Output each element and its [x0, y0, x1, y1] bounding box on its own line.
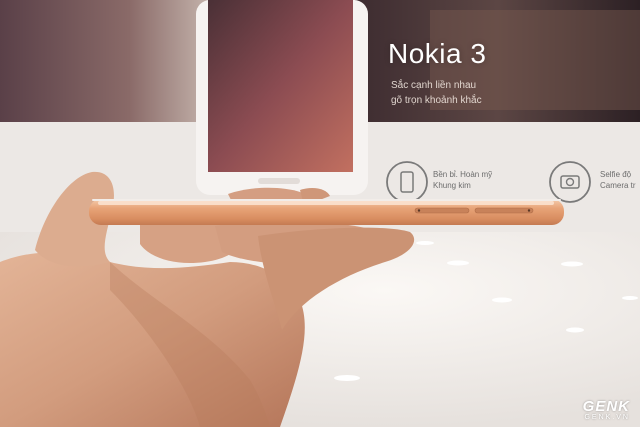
banner-subtitle: Sắc cạnh liền nhau gõ trọn khoảnh khắc — [391, 78, 482, 108]
tray-pin-hole — [417, 209, 421, 212]
display-phone-button — [258, 178, 300, 184]
sd-tray-slot — [474, 207, 534, 214]
light-reflection — [492, 297, 512, 303]
watermark: GENK GENK.VN — [583, 398, 630, 421]
feature-line: Bền bỉ. Hoàn mỹ — [433, 170, 493, 179]
banner-subtitle-line: gõ trọn khoảnh khắc — [391, 95, 482, 106]
scene-graphics — [0, 0, 640, 427]
display-phone-screen — [208, 0, 353, 172]
light-reflection — [561, 261, 583, 267]
feature-text: Selfie độ Camera tr — [600, 169, 636, 191]
sim-tray-slot — [414, 207, 470, 214]
banner-left-panel — [0, 0, 215, 122]
light-reflection — [334, 375, 360, 381]
banner-subtitle-line: Sắc cạnh liền nhau — [391, 80, 477, 91]
light-reflection — [622, 296, 638, 300]
feature-line: Selfie độ — [600, 170, 632, 179]
photo-scene: Nokia 3 Sắc cạnh liền nhau gõ trọn khoản… — [0, 0, 640, 427]
light-reflection — [416, 241, 434, 245]
light-reflection — [447, 260, 469, 266]
banner-title: Nokia 3 — [388, 38, 487, 69]
watermark-logo: GENK — [582, 398, 630, 415]
light-reflection — [566, 327, 584, 333]
feature-line: Khung kim — [433, 181, 471, 190]
feature-text: Bền bỉ. Hoàn mỹ Khung kim — [433, 169, 492, 191]
phone-top-edge — [92, 199, 561, 201]
watermark-url: GENK.VN — [584, 414, 630, 421]
phone-highlight — [98, 201, 554, 205]
feature-line: Camera tr — [600, 181, 636, 190]
tray-pin-hole — [527, 209, 531, 212]
